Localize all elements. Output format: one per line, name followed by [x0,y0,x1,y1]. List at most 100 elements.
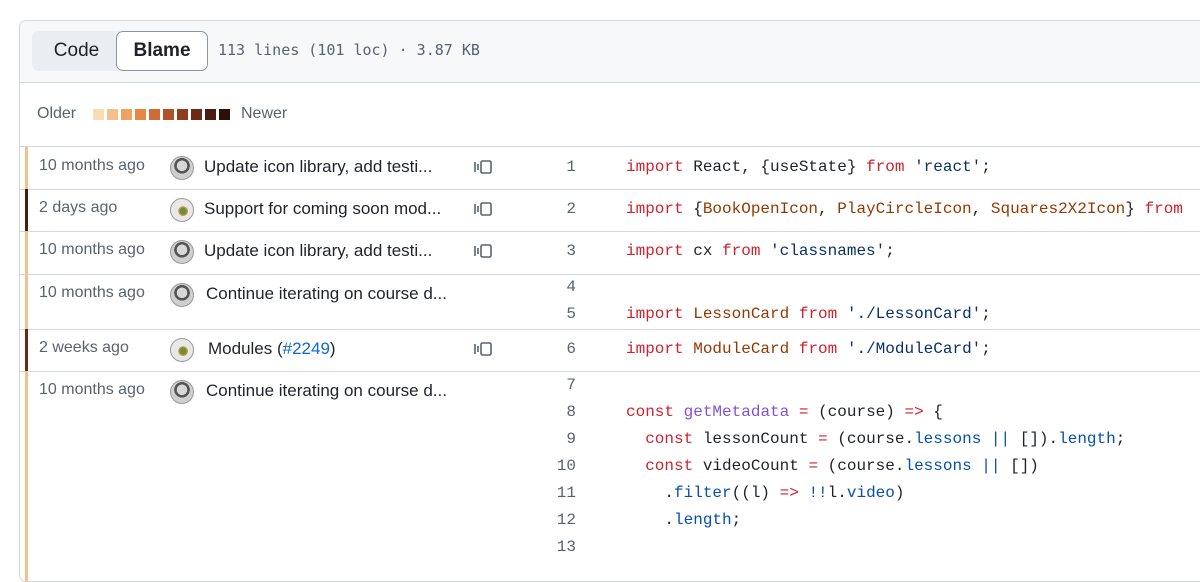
line-number[interactable]: 12 [540,511,576,529]
line-number[interactable]: 5 [540,305,576,323]
blame-prior-icon[interactable] [473,201,493,217]
code-token: = [818,430,828,448]
blame-row: 2 weeks ago Modules (#2249) [20,329,1200,372]
code-token: || [981,457,1001,475]
code-line: import React, {useState} from 'react'; [626,158,991,176]
line-number[interactable]: 13 [540,538,576,556]
line-number[interactable]: 8 [540,403,576,421]
legend-swatch [149,109,160,120]
avatar[interactable] [170,198,194,222]
code-token: } [1125,200,1145,218]
commit-message-link[interactable]: Update icon library, add testi... [204,241,432,261]
blame-prior-icon[interactable] [473,341,493,357]
code-token: . [626,511,675,529]
code-line: import cx from 'classnames'; [626,242,895,260]
code-token: import [626,200,684,218]
code-token: filter [674,484,732,502]
legend-older-label: Older [37,105,77,122]
commit-message-link[interactable]: Update icon library, add testi... [204,157,432,177]
view-mode-toggle: Code Blame [32,31,208,71]
age-indicator [25,189,28,231]
code-token: !! [808,484,828,502]
avatar[interactable] [170,156,194,180]
blame-age-legend: Older Newer [20,83,1200,147]
code-line: import {BookOpenIcon, PlayCircleIcon, Sq… [626,200,1183,218]
code-token: ((l) [731,484,780,502]
code-token: ; [885,242,895,260]
code-token: []) [1000,457,1039,475]
commit-message-link[interactable]: Support for coming soon mod... [204,199,441,219]
legend-swatch [191,109,202,120]
line-number[interactable]: 6 [540,340,576,358]
line-number[interactable]: 1 [540,158,576,176]
pull-request-link[interactable]: #2249 [283,339,330,358]
legend-swatch [135,109,146,120]
tab-code[interactable]: Code [32,31,120,71]
blame-view: Code Blame 113 lines (101 loc) · 3.87 KB… [19,20,1200,582]
line-number[interactable]: 2 [540,200,576,218]
avatar[interactable] [170,240,194,264]
avatar[interactable] [170,380,194,404]
code-token: || [990,430,1011,448]
legend-swatch [177,109,188,120]
code-token: lessonCount [693,430,819,448]
legend-swatch [219,109,230,120]
code-line: .filter((l) => !!l.video) [626,484,904,502]
code-token: , [818,200,838,218]
blame-prior-icon[interactable] [473,159,493,175]
line-number[interactable]: 10 [540,457,576,475]
code-token: cx [683,242,723,260]
commit-time: 2 weeks ago [39,339,129,356]
code-line: import LessonCard from './LessonCard'; [626,305,991,323]
code-token: ; [731,511,742,529]
line-number[interactable]: 4 [540,278,576,296]
code-token: ; [1115,430,1126,448]
file-header: Code Blame 113 lines (101 loc) · 3.87 KB [20,21,1200,83]
code-token: './ModuleCard' [846,340,982,358]
age-indicator [25,147,28,189]
blame-prior-icon[interactable] [473,243,493,259]
line-number[interactable]: 3 [540,242,576,260]
legend-swatch [107,109,118,120]
avatar[interactable] [170,283,194,307]
line-number[interactable]: 11 [540,484,576,502]
line-number[interactable]: 7 [540,376,576,394]
commit-message-link[interactable]: Continue iterating on course d... [206,284,447,304]
code-token: => [904,403,924,421]
commit-message-text[interactable]: Modules ( [208,339,283,358]
code-token: length [674,511,732,529]
code-token: (course. [827,430,915,448]
code-token: ; [981,305,991,323]
age-indicator [25,329,28,371]
legend-newer-label: Newer [241,105,288,122]
legend-swatch [93,109,104,120]
legend-swatch [163,109,174,120]
code-token: => [779,484,799,502]
code-token: const [645,430,694,448]
legend-swatch [121,109,132,120]
code-token: (course) [808,403,905,421]
commit-message-link[interactable]: Continue iterating on course d... [206,381,447,401]
code-token: 'classnames' [770,242,886,260]
commit-time: 10 months ago [39,284,145,301]
code-token: const [626,403,675,421]
code-token: ; [981,158,991,176]
code-token: { [923,403,943,421]
code-line: const getMetadata = (course) => { [626,403,943,421]
tab-blame[interactable]: Blame [116,31,208,71]
commit-time: 10 months ago [39,241,145,258]
avatar[interactable] [170,338,194,362]
line-number[interactable]: 9 [540,430,576,448]
age-indicator [25,231,28,274]
age-indicator [25,274,28,329]
